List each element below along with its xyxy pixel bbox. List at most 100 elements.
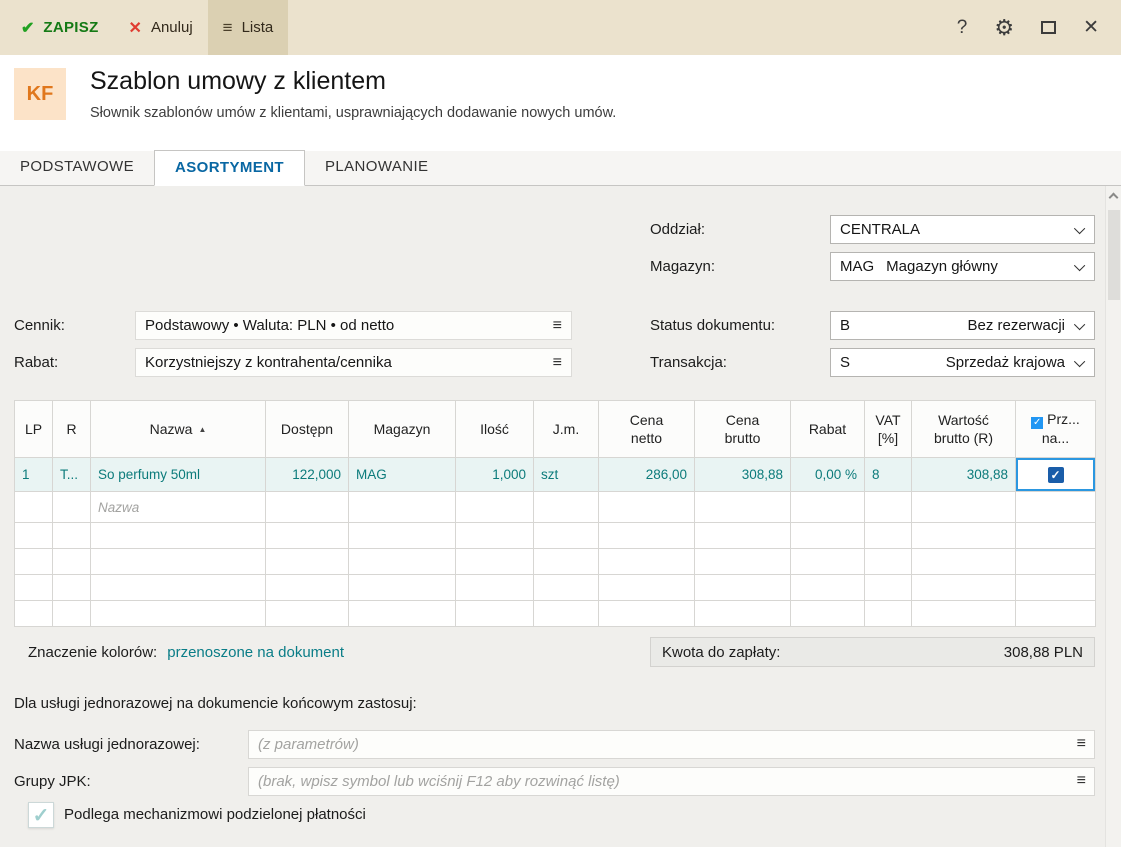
table-row[interactable]: 1 T... So perfumy 50ml 122,000 MAG 1,000… — [14, 457, 1096, 492]
cell-empty[interactable] — [790, 522, 865, 549]
cell-empty[interactable] — [348, 574, 456, 601]
cell-empty[interactable] — [1015, 574, 1096, 601]
cell-przenies[interactable]: ✓ — [1015, 457, 1096, 492]
col-magazyn[interactable]: Magazyn — [348, 400, 456, 458]
cell-empty[interactable] — [265, 491, 349, 523]
cell-ilosc[interactable]: 1,000 — [455, 457, 534, 492]
status-select[interactable]: B Bez rezerwacji — [830, 311, 1095, 340]
cell-empty[interactable] — [455, 491, 534, 523]
cell-empty[interactable] — [533, 574, 599, 601]
cell-empty[interactable] — [1015, 548, 1096, 575]
list-button[interactable]: ≡ Lista — [207, 0, 289, 55]
cell-empty[interactable] — [455, 600, 534, 627]
cell-empty[interactable] — [790, 600, 865, 627]
table-row[interactable] — [14, 600, 1096, 627]
menu-icon[interactable]: ≡ — [1077, 772, 1086, 790]
checked-checkbox[interactable]: ✓ — [1047, 466, 1064, 483]
cell-empty[interactable] — [265, 574, 349, 601]
cell-empty[interactable] — [694, 600, 791, 627]
cell-empty[interactable] — [694, 522, 791, 549]
cell-empty[interactable] — [52, 600, 91, 627]
cell-empty[interactable] — [598, 491, 695, 523]
menu-icon[interactable]: ≡ — [553, 354, 562, 372]
col-jm[interactable]: J.m. — [533, 400, 599, 458]
table-row[interactable] — [14, 522, 1096, 549]
gear-icon[interactable]: ⚙ — [994, 15, 1014, 41]
service-name-input[interactable] — [248, 730, 1095, 759]
cell-empty[interactable] — [1015, 522, 1096, 549]
cell-nazwa-placeholder[interactable]: Nazwa — [90, 491, 266, 523]
cell-empty[interactable] — [348, 522, 456, 549]
cell-empty[interactable] — [598, 522, 695, 549]
col-przenies[interactable]: ✓ Prz... na... — [1015, 400, 1096, 458]
maximize-icon[interactable] — [1041, 21, 1057, 34]
cell-empty[interactable] — [911, 522, 1016, 549]
col-lp[interactable]: LP — [14, 400, 53, 458]
cell-empty[interactable] — [52, 522, 91, 549]
col-rabat[interactable]: Rabat — [790, 400, 865, 458]
cell-lp[interactable]: 1 — [14, 457, 53, 492]
help-icon[interactable]: ? — [957, 17, 968, 39]
save-button[interactable]: ✔ ZAPISZ — [6, 0, 114, 55]
cell-wartosc[interactable]: 308,88 — [911, 457, 1016, 492]
cell-empty[interactable] — [598, 600, 695, 627]
cennik-field[interactable]: Podstawowy • Waluta: PLN • od netto ≡ — [135, 311, 572, 340]
cell-empty[interactable] — [265, 522, 349, 549]
cell-empty[interactable] — [864, 522, 912, 549]
cell-empty[interactable] — [533, 600, 599, 627]
cell-cena-brutto[interactable]: 308,88 — [694, 457, 791, 492]
cell-empty[interactable] — [90, 600, 266, 627]
cell-magazyn[interactable]: MAG — [348, 457, 456, 492]
col-ilosc[interactable]: Ilość — [455, 400, 534, 458]
new-item-row[interactable]: Nazwa — [14, 491, 1096, 523]
cell-empty[interactable] — [533, 522, 599, 549]
cell-empty[interactable] — [348, 491, 456, 523]
cell-empty[interactable] — [348, 548, 456, 575]
cell-empty[interactable] — [694, 491, 791, 523]
cell-empty[interactable] — [533, 548, 599, 575]
cell-jm[interactable]: szt — [533, 457, 599, 492]
col-dostepne[interactable]: Dostępn — [265, 400, 349, 458]
cell-empty[interactable] — [694, 574, 791, 601]
oddzial-select[interactable]: CENTRALA — [830, 215, 1095, 244]
cell-empty[interactable] — [864, 600, 912, 627]
col-wartosc-brutto[interactable]: Wartość brutto (R) — [911, 400, 1016, 458]
tab-podstawowe[interactable]: PODSTAWOWE — [0, 150, 154, 185]
cell-r[interactable]: T... — [52, 457, 91, 492]
cell-empty[interactable] — [52, 491, 91, 523]
split-payment-checkbox[interactable]: ✓ — [28, 802, 54, 828]
scroll-up-icon[interactable] — [1108, 192, 1119, 203]
scrollbar[interactable] — [1105, 186, 1121, 847]
cell-cena-netto[interactable]: 286,00 — [598, 457, 695, 492]
cell-empty[interactable] — [533, 491, 599, 523]
cell-empty[interactable] — [790, 574, 865, 601]
cell-empty[interactable] — [348, 600, 456, 627]
table-row[interactable] — [14, 548, 1096, 575]
scrollbar-thumb[interactable] — [1108, 210, 1120, 300]
cell-empty[interactable] — [911, 600, 1016, 627]
cell-empty[interactable] — [790, 491, 865, 523]
cell-empty[interactable] — [911, 491, 1016, 523]
cell-empty[interactable] — [265, 548, 349, 575]
col-vat[interactable]: VAT [%] — [864, 400, 912, 458]
cell-dostepne[interactable]: 122,000 — [265, 457, 349, 492]
cell-empty[interactable] — [265, 600, 349, 627]
cell-empty[interactable] — [14, 522, 53, 549]
header-checkbox-icon[interactable]: ✓ — [1031, 417, 1044, 430]
cell-rabat[interactable]: 0,00 % — [790, 457, 865, 492]
cell-empty[interactable] — [90, 548, 266, 575]
col-cena-brutto[interactable]: Cena brutto — [694, 400, 791, 458]
cell-empty[interactable] — [455, 574, 534, 601]
col-nazwa[interactable]: Nazwa ▲ — [90, 400, 266, 458]
jpk-groups-input[interactable] — [248, 767, 1095, 796]
cell-empty[interactable] — [90, 522, 266, 549]
cell-empty[interactable] — [1015, 491, 1096, 523]
cell-nazwa[interactable]: So perfumy 50ml — [90, 457, 266, 492]
cell-empty[interactable] — [911, 548, 1016, 575]
selected-cell[interactable]: ✓ — [1016, 458, 1095, 491]
col-r[interactable]: R — [52, 400, 91, 458]
cell-empty[interactable] — [455, 522, 534, 549]
transakcja-select[interactable]: S Sprzedaż krajowa — [830, 348, 1095, 377]
cell-vat[interactable]: 8 — [864, 457, 912, 492]
cell-empty[interactable] — [14, 574, 53, 601]
